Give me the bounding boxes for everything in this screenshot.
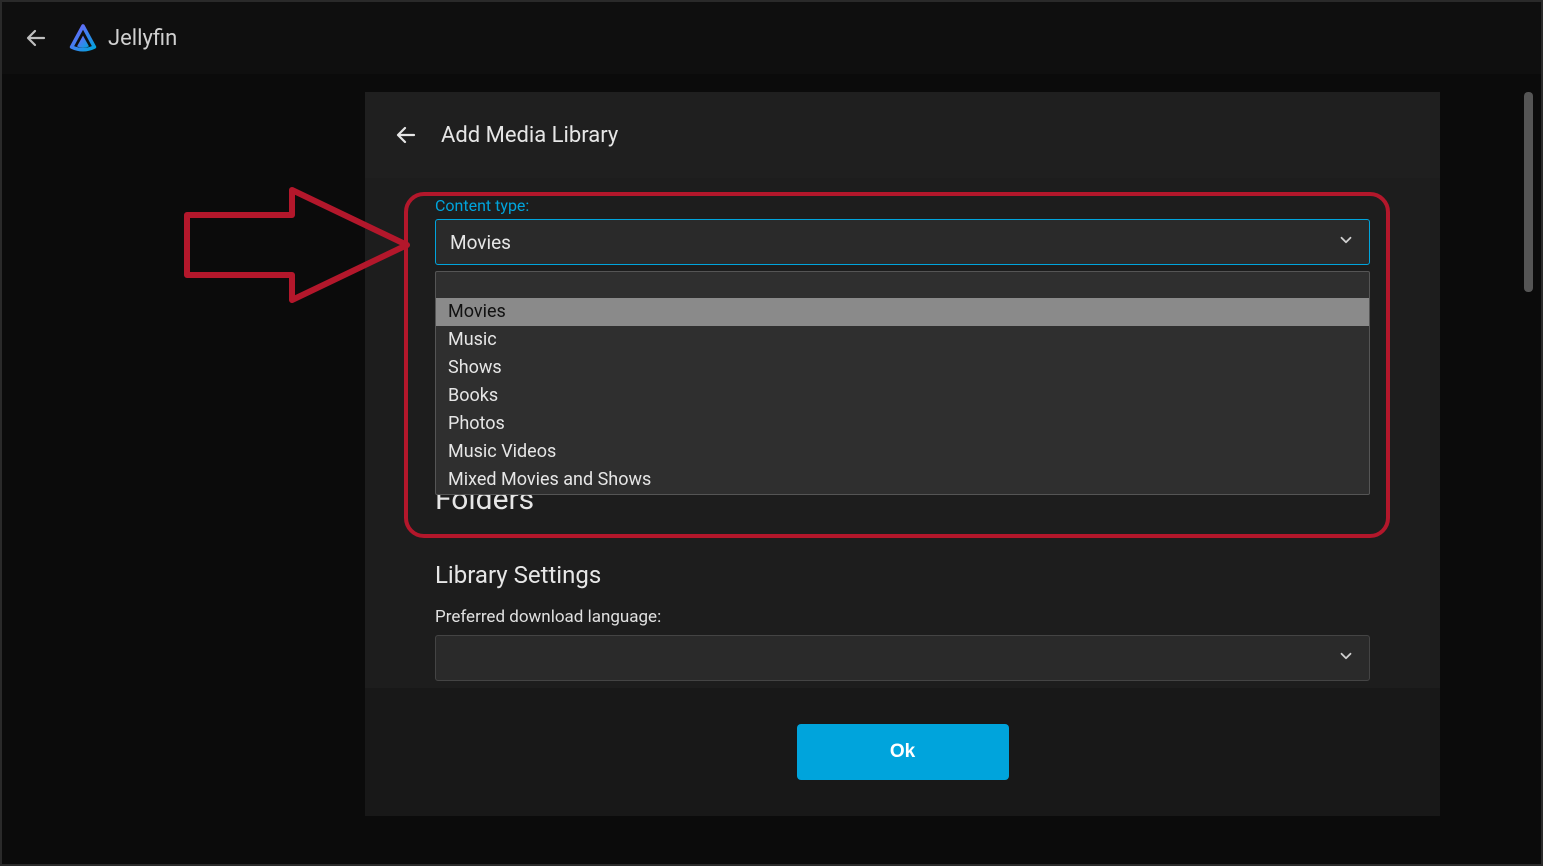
content-type-option-blank[interactable] [436,272,1369,298]
dialog-title: Add Media Library [441,123,618,148]
preferred-language-select[interactable] [435,635,1370,681]
content-type-option-music-videos[interactable]: Music Videos [436,438,1369,466]
chevron-down-icon [1337,231,1355,254]
ok-button[interactable]: Ok [797,724,1009,780]
content-type-selected-value: Movies [450,231,511,254]
app-logo: Jellyfin [68,23,177,53]
content-type-option-books[interactable]: Books [436,382,1369,410]
dialog-header: Add Media Library [365,92,1440,178]
add-library-dialog: Add Media Library Folders Content type: … [365,92,1440,816]
library-settings-heading: Library Settings [435,561,1370,589]
dialog-footer: Ok [365,688,1440,816]
top-bar: Jellyfin [2,2,1541,74]
content-type-option-mixed[interactable]: Mixed Movies and Shows [436,466,1369,494]
content-type-select[interactable]: Movies [435,219,1370,265]
arrow-left-icon [394,123,418,147]
content-type-option-shows[interactable]: Shows [436,354,1369,382]
dialog-scrollbar[interactable] [1524,92,1533,292]
content-type-option-movies[interactable]: Movies [436,298,1369,326]
content-type-option-photos[interactable]: Photos [436,410,1369,438]
app-name: Jellyfin [108,26,177,51]
back-button[interactable] [20,22,52,54]
dialog-body: Folders Content type: Movies Movies Musi… [365,178,1440,688]
content-type-label: Content type: [435,196,1370,215]
jellyfin-logo-icon [68,23,98,53]
chevron-down-icon [1337,647,1355,670]
content-type-option-music[interactable]: Music [436,326,1369,354]
arrow-left-icon [24,26,48,50]
content-type-dropdown: Movies Music Shows Books Photos Music Vi… [435,271,1370,495]
preferred-language-label: Preferred download language: [435,607,1370,627]
dialog-back-button[interactable] [393,122,419,148]
